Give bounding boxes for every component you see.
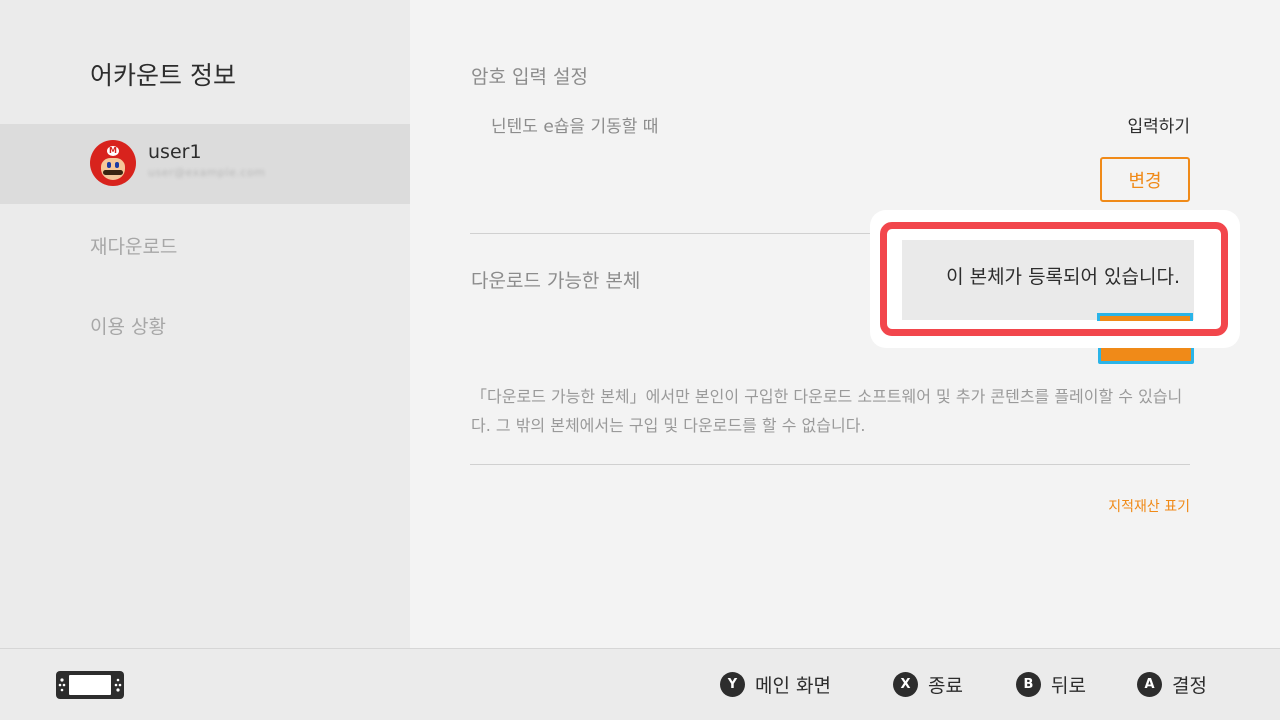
download-section-title: 다운로드 가능한 본체 <box>471 270 641 292</box>
divider <box>470 464 1190 465</box>
download-description: 「다운로드 가능한 본체」에서만 본인이 구입한 다운로드 소프트웨어 및 추가… <box>471 387 1183 435</box>
avatar-cap-emblem: M <box>107 146 119 156</box>
hint-quit[interactable]: X 종료 <box>893 671 963 698</box>
sidebar-item-usage[interactable]: 이용 상황 <box>90 312 166 339</box>
avatar: M <box>90 140 136 186</box>
highlight-outline <box>880 222 1228 336</box>
avatar-eye-right <box>115 162 119 168</box>
x-button-icon: X <box>893 672 918 697</box>
avatar-eye-left <box>107 162 111 168</box>
ip-notice-link[interactable]: 지적재산 표기 <box>1108 496 1190 516</box>
console-icon <box>56 671 124 699</box>
sidebar-item-redownload[interactable]: 재다운로드 <box>90 232 177 259</box>
sidebar: 어카운트 정보 M user1 user@example.com 재다운로드 이… <box>0 0 410 648</box>
hint-back[interactable]: B 뒤로 <box>1016 671 1086 698</box>
hint-confirm[interactable]: A 결정 <box>1137 671 1207 698</box>
hint-label: 결정 <box>1172 675 1207 697</box>
user-name: user1 <box>148 141 202 163</box>
change-button[interactable]: 변경 <box>1100 157 1190 202</box>
a-button-icon: A <box>1137 672 1162 697</box>
footer-bar: Y 메인 화면 X 종료 B 뒤로 A 결정 <box>0 648 1280 720</box>
y-button-icon: Y <box>720 672 745 697</box>
password-section-title: 암호 입력 설정 <box>471 66 588 88</box>
b-button-icon: B <box>1016 672 1041 697</box>
password-row-label: 닌텐도 e숍을 기동할 때 <box>491 117 659 137</box>
hint-label: 뒤로 <box>1051 675 1086 697</box>
hint-label: 메인 화면 <box>755 675 831 697</box>
tooltip-popup: 이 본체가 등록되어 있습니다. <box>870 210 1240 348</box>
hint-label: 종료 <box>928 675 963 697</box>
page-title: 어카운트 정보 <box>90 61 236 90</box>
hint-home[interactable]: Y 메인 화면 <box>720 671 831 698</box>
sidebar-item-user[interactable]: M user1 user@example.com <box>0 124 410 204</box>
avatar-mustache <box>103 170 123 175</box>
user-email: user@example.com <box>148 166 266 179</box>
avatar-face <box>101 158 125 180</box>
password-row-value: 입력하기 <box>1127 117 1190 137</box>
